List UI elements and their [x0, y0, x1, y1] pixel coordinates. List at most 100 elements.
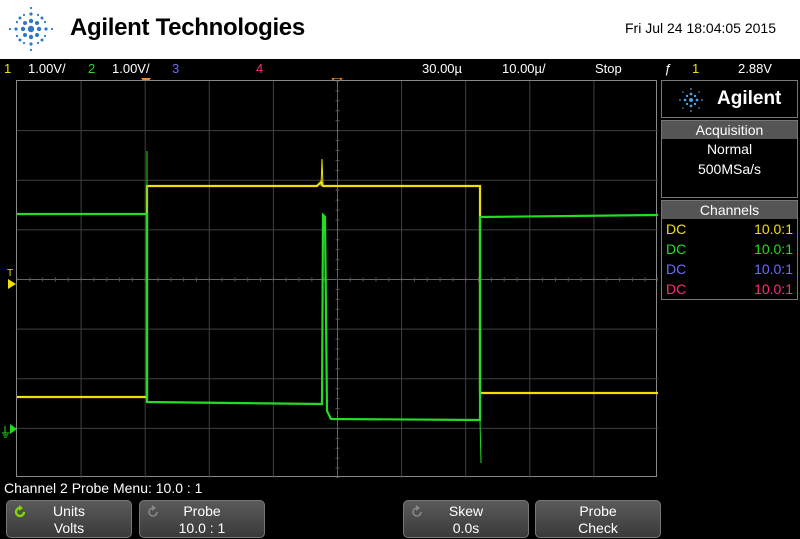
trigger-edge-icon: ƒ	[664, 61, 672, 76]
center-tick	[362, 277, 364, 282]
center-tick	[335, 338, 340, 340]
center-tick	[335, 199, 340, 201]
center-tick	[311, 277, 313, 282]
ch1-number[interactable]: 1	[4, 61, 11, 76]
run-state[interactable]: Stop	[595, 61, 622, 76]
center-tick	[335, 447, 340, 449]
center-tick	[42, 277, 44, 282]
center-tick	[580, 277, 582, 282]
center-tick	[388, 277, 390, 282]
center-tick	[285, 277, 287, 282]
center-tick	[195, 277, 197, 282]
center-tick	[335, 348, 340, 350]
center-tick	[335, 437, 340, 439]
center-tick	[335, 239, 340, 241]
center-tick	[335, 279, 340, 280]
center-tick	[335, 269, 340, 271]
ch4-number[interactable]: 4	[256, 61, 263, 76]
center-tick	[221, 277, 223, 282]
center-tick	[335, 358, 340, 360]
ch3-number[interactable]: 3	[172, 61, 179, 76]
rotate-knob-icon	[148, 505, 158, 517]
side-panel: Agilent Acquisition Normal 500MSa/s Chan…	[659, 80, 800, 300]
center-tick	[335, 308, 340, 310]
center-tick	[335, 298, 340, 300]
ch2-scale[interactable]: 1.00V/	[112, 61, 150, 76]
ch4-coupling: DC	[666, 281, 687, 297]
trigger-source[interactable]: 1	[692, 61, 699, 76]
ch4-probe-ratio: 10.0:1	[754, 281, 793, 297]
ground-marker-icon	[2, 424, 17, 438]
trigger-level-arrow-icon	[8, 279, 16, 289]
center-tick	[157, 277, 159, 282]
softkey-units-bottom: Volts	[53, 520, 85, 536]
trigger-level[interactable]: 2.88V	[738, 61, 772, 76]
acquisition-panel[interactable]: Acquisition Normal 500MSa/s	[661, 120, 798, 198]
acquisition-mode: Normal	[706, 141, 753, 157]
ch2-spike-fall	[479, 419, 482, 464]
ch3-coupling: DC	[666, 261, 687, 277]
center-tick	[335, 81, 340, 82]
softkey-skew[interactable]: Skew 0.0s	[403, 500, 529, 538]
center-tick	[439, 277, 441, 282]
center-tick	[619, 277, 621, 282]
center-tick	[80, 277, 82, 282]
acquisition-title: Acquisition	[662, 121, 797, 139]
ch2-number[interactable]: 2	[88, 61, 95, 76]
center-tick	[335, 90, 340, 92]
rotate-knob-icon	[412, 505, 422, 517]
center-tick	[335, 328, 340, 330]
rotate-knob-icon	[14, 505, 26, 518]
side-brand-name: Agilent	[717, 88, 782, 109]
waveform-display[interactable]	[16, 80, 658, 478]
softkey-probe-check-top: Probe	[579, 503, 617, 519]
softkey-probe-check[interactable]: Probe Check	[535, 500, 661, 538]
softkey-units[interactable]: Units Volts	[6, 500, 132, 538]
center-tick	[260, 277, 262, 282]
ch1-scale[interactable]: 1.00V/	[28, 61, 66, 76]
channel-row-4[interactable]: DC 10.0:1	[662, 279, 797, 299]
center-tick	[335, 457, 340, 459]
softkey-skew-bottom: 0.0s	[452, 520, 480, 536]
center-tick	[631, 277, 633, 282]
center-tick	[335, 398, 340, 400]
center-tick	[335, 110, 340, 112]
center-tick	[335, 408, 340, 410]
agilent-spark-logo-icon	[8, 6, 54, 52]
center-tick	[426, 277, 428, 282]
center-tick	[335, 477, 340, 478]
center-tick	[131, 277, 133, 282]
center-tick	[335, 149, 340, 151]
center-tick	[144, 277, 146, 282]
center-tick	[478, 277, 480, 282]
center-tick	[298, 277, 300, 282]
center-tick	[452, 277, 454, 282]
channels-title: Channels	[662, 201, 797, 219]
time-scale[interactable]: 10.00µ/	[502, 61, 546, 76]
menu-title: Channel 2 Probe Menu: 10.0 : 1	[4, 480, 203, 496]
center-tick	[335, 318, 340, 320]
center-tick	[335, 100, 340, 102]
center-tick	[335, 219, 340, 221]
center-tick	[335, 249, 340, 251]
center-tick	[413, 277, 415, 282]
channels-panel[interactable]: Channels DC 10.0:1 DC 10.0:1 DC 10.0:1 D…	[661, 200, 798, 300]
center-tick	[335, 140, 340, 142]
center-tick	[606, 277, 608, 282]
datetime-label: Fri Jul 24 18:04:05 2015	[625, 20, 776, 36]
ch3-probe-ratio: 10.0:1	[754, 261, 793, 277]
channel-row-2[interactable]: DC 10.0:1	[662, 239, 797, 259]
channel-row-3[interactable]: DC 10.0:1	[662, 259, 797, 279]
center-tick	[644, 277, 646, 282]
ch1-coupling: DC	[666, 221, 687, 237]
center-tick	[208, 277, 210, 282]
channel-row-1[interactable]: DC 10.0:1	[662, 219, 797, 239]
center-tick	[272, 277, 274, 282]
center-tick	[335, 259, 340, 261]
time-delay[interactable]: 30.00µ	[422, 61, 462, 76]
center-tick	[335, 169, 340, 171]
center-tick	[183, 277, 185, 282]
center-tick	[335, 368, 340, 370]
softkey-probe[interactable]: Probe 10.0 : 1	[139, 500, 265, 538]
center-tick	[335, 120, 340, 122]
